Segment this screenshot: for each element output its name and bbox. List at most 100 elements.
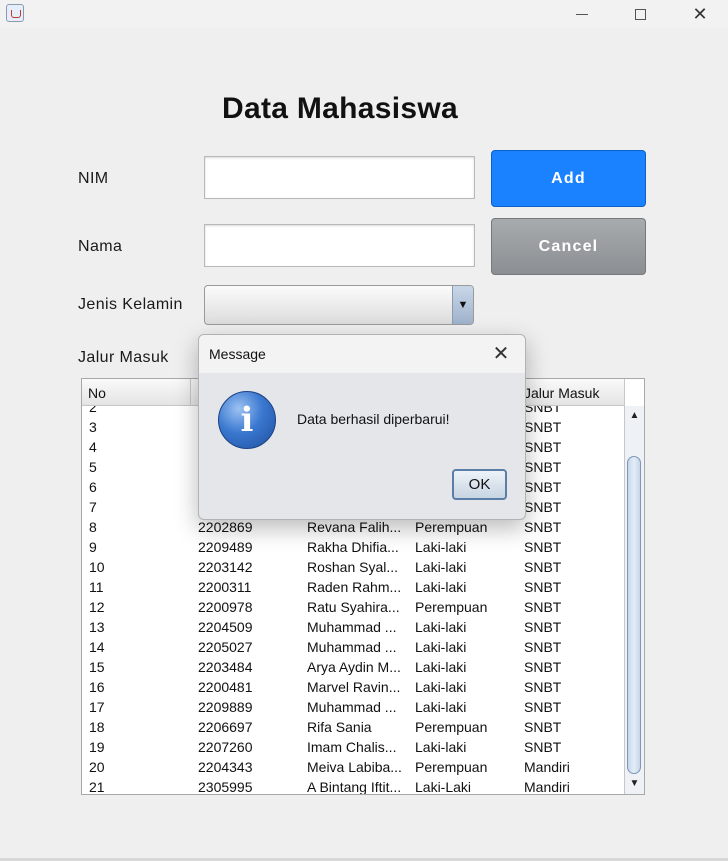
table-row[interactable]: 9 2209489 Rakha Dhifia... Laki-laki SNBT <box>82 537 625 557</box>
cell-no: 17 <box>89 699 105 715</box>
cell-no: 13 <box>89 619 105 635</box>
cell-no: 7 <box>89 499 97 515</box>
cell-nim: 2206697 <box>198 719 253 735</box>
cell-no: 11 <box>89 579 104 595</box>
nim-field-box <box>204 156 475 199</box>
dialog-close-icon[interactable]: ✕ <box>489 342 513 366</box>
cell-nama: Rifa Sania <box>307 719 372 735</box>
page-title: Data Mahasiswa <box>222 92 458 125</box>
cell-jenis-kelamin: Laki-laki <box>415 539 467 555</box>
info-icon: i <box>218 391 276 449</box>
scroll-up-icon[interactable]: ▲ <box>625 408 644 424</box>
table-row[interactable]: 16 2200481 Marvel Ravin... Laki-laki SNBT <box>82 677 625 697</box>
cell-no: 8 <box>89 519 97 535</box>
table-row[interactable]: 20 2204343 Meiva Labiba... Perempuan Mandiri <box>82 757 625 777</box>
cell-jalur-masuk: SNBT <box>524 559 562 575</box>
cell-nama: Marvel Ravin... <box>307 679 401 695</box>
cell-jalur-masuk: SNBT <box>524 539 562 555</box>
jalur-masuk-label: Jalur Masuk <box>78 349 169 366</box>
cell-nama: Meiva Labiba... <box>307 759 402 775</box>
table-row[interactable]: 11 2200311 Raden Rahm... Laki-laki SNBT <box>82 577 625 597</box>
cell-jenis-kelamin: Laki-laki <box>415 699 467 715</box>
table-row[interactable]: 13 2204509 Muhammad ... Laki-laki SNBT <box>82 617 625 637</box>
cell-nama: Ratu Syahira... <box>307 599 400 615</box>
dialog-message: Data berhasil diperbarui! <box>297 411 450 427</box>
cell-nim: 2202869 <box>198 519 253 535</box>
cell-jenis-kelamin: Laki-laki <box>415 739 467 755</box>
table-row[interactable]: 19 2207260 Imam Chalis... Laki-laki SNBT <box>82 737 625 757</box>
cell-nama: Imam Chalis... <box>307 739 397 755</box>
message-dialog: Message ✕ i Data berhasil diperbarui! OK <box>198 334 526 520</box>
cell-jalur-masuk: SNBT <box>524 699 562 715</box>
cell-jalur-masuk: SNBT <box>524 599 562 615</box>
cell-no: 21 <box>89 779 105 794</box>
cell-nama: A Bintang Iftit... <box>307 779 402 794</box>
table-row[interactable]: 17 2209889 Muhammad ... Laki-laki SNBT <box>82 697 625 717</box>
cell-jalur-masuk: SNBT <box>524 619 562 635</box>
cell-nim: 2209489 <box>198 539 253 555</box>
table-row[interactable]: 14 2205027 Muhammad ... Laki-laki SNBT <box>82 637 625 657</box>
maximize-icon <box>634 8 646 20</box>
cell-no: 14 <box>89 639 105 655</box>
scrollbar-thumb[interactable] <box>627 456 641 774</box>
maximize-button[interactable] <box>620 2 660 26</box>
cell-jenis-kelamin: Laki-laki <box>415 639 467 655</box>
cell-jenis-kelamin: Perempuan <box>415 759 488 775</box>
scroll-down-icon[interactable]: ▼ <box>625 776 644 792</box>
cell-jalur-masuk: Mandiri <box>524 759 570 775</box>
table-row[interactable]: 21 2305995 A Bintang Iftit... Laki-Laki Mand… <box>82 777 625 794</box>
close-window-button[interactable]: ✕ <box>680 2 720 26</box>
cancel-button[interactable]: Cancel <box>491 218 646 275</box>
cell-nim: 2203484 <box>198 659 253 675</box>
minimize-icon <box>576 13 588 15</box>
cell-jalur-masuk: SNBT <box>524 719 562 735</box>
cell-nama: Muhammad ... <box>307 639 397 655</box>
cell-no: 20 <box>89 759 105 775</box>
table-row[interactable]: 12 2200978 Ratu Syahira... Perempuan SNBT <box>82 597 625 617</box>
cell-no: 12 <box>89 599 105 615</box>
cell-nim: 2203142 <box>198 559 253 575</box>
table-row[interactable]: 10 2203142 Roshan Syal... Laki-laki SNBT <box>82 557 625 577</box>
cell-no: 3 <box>89 419 97 435</box>
cell-nama: Muhammad ... <box>307 699 397 715</box>
cell-nama: Arya Aydin M... <box>307 659 401 675</box>
cell-jalur-masuk: SNBT <box>524 419 562 435</box>
cell-jalur-masuk: SNBT <box>524 479 562 495</box>
cell-no: 19 <box>89 739 105 755</box>
table-row[interactable]: 15 2203484 Arya Aydin M... Laki-laki SNBT <box>82 657 625 677</box>
cell-jalur-masuk: SNBT <box>524 439 562 455</box>
cell-nim: 2204509 <box>198 619 253 635</box>
add-button[interactable]: Add <box>491 150 646 207</box>
cell-jalur-masuk: Mandiri <box>524 779 570 794</box>
cell-jenis-kelamin: Laki-Laki <box>415 779 472 794</box>
chevron-down-icon[interactable]: ▼ <box>452 286 473 324</box>
minimize-button[interactable] <box>562 2 602 26</box>
table-row[interactable]: 18 2206697 Rifa Sania Perempuan SNBT <box>82 717 625 737</box>
cell-jenis-kelamin: Laki-laki <box>415 559 467 575</box>
jenis-kelamin-dropdown[interactable]: ▼ <box>204 285 474 325</box>
cell-nim: 2305995 <box>198 779 253 794</box>
table-vertical-scrollbar[interactable]: ▲ ▼ <box>624 406 644 794</box>
cell-nama: Raden Rahm... <box>307 579 402 595</box>
cell-nama: Revana Falih... <box>307 519 402 535</box>
java-app-icon <box>6 4 24 22</box>
cell-jalur-masuk: SNBT <box>524 679 562 695</box>
nama-label: Nama <box>78 238 123 255</box>
table-row[interactable]: 8 2202869 Revana Falih... Perempuan SNBT <box>82 517 625 537</box>
cell-nim: 2200481 <box>198 679 253 695</box>
cell-jenis-kelamin: Perempuan <box>415 519 488 535</box>
info-icon-glyph: i <box>240 400 254 440</box>
column-header-no[interactable]: No <box>82 379 191 405</box>
cell-nim: 2200978 <box>198 599 253 615</box>
cell-jenis-kelamin: Laki-laki <box>415 679 467 695</box>
cell-jalur-masuk: SNBT <box>524 579 562 595</box>
nim-label: NIM <box>78 170 109 187</box>
cell-jenis-kelamin: Perempuan <box>415 599 488 615</box>
cell-jenis-kelamin: Laki-laki <box>415 659 467 675</box>
column-header-jalur-masuk[interactable]: Jalur Masuk <box>518 379 625 405</box>
dialog-titlebar: Message ✕ <box>199 335 525 373</box>
nama-input[interactable] <box>205 225 474 266</box>
cell-no: 4 <box>89 439 97 455</box>
nim-input[interactable] <box>205 157 474 198</box>
ok-button[interactable]: OK <box>452 469 507 500</box>
